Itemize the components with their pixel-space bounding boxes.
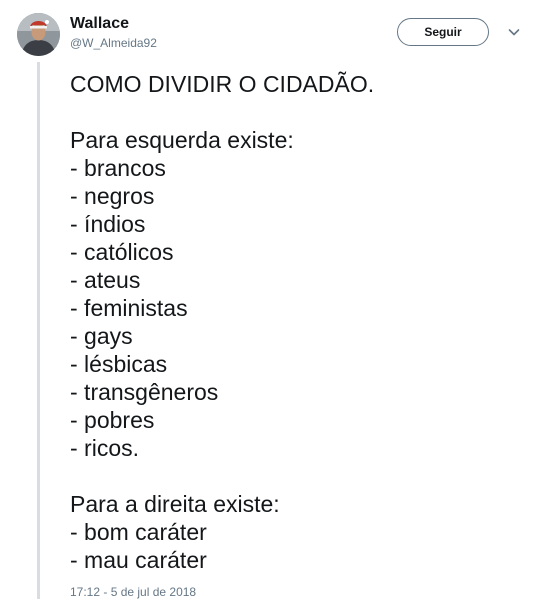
left-heading: Para esquerda existe: (70, 127, 294, 153)
left-list-item: - transgêneros (70, 379, 219, 405)
right-heading: Para a direita existe: (70, 491, 280, 517)
tweet-title: COMO DIVIDIR O CIDADÃO. (70, 71, 375, 97)
left-list-item: - negros (70, 183, 155, 209)
chevron-down-icon[interactable] (507, 25, 521, 39)
right-list-item: - bom caráter (70, 519, 207, 545)
tweet-timestamp[interactable]: 17:12 - 5 de jul de 2018 (70, 585, 196, 599)
left-list-item: - católicos (70, 239, 174, 265)
tweet-text: COMO DIVIDIR O CIDADÃO. Para esquerda ex… (70, 70, 530, 574)
left-list-item: - ricos. (70, 435, 139, 461)
left-list-item: - lésbicas (70, 351, 168, 377)
author-handle[interactable]: @W_Almeida92 (70, 36, 157, 50)
left-list-item: - brancos (70, 155, 166, 181)
left-list-item: - feministas (70, 295, 188, 321)
avatar[interactable] (17, 13, 60, 56)
left-list-item: - gays (70, 323, 133, 349)
left-list-item: - ateus (70, 267, 141, 293)
left-list-item: - pobres (70, 407, 155, 433)
avatar-photo-icon (17, 13, 60, 56)
author-display-name[interactable]: Wallace (70, 14, 129, 33)
left-list-item: - índios (70, 211, 146, 237)
thread-line (37, 62, 40, 599)
follow-button[interactable]: Seguir (397, 18, 489, 46)
right-list-item: - mau caráter (70, 547, 207, 573)
